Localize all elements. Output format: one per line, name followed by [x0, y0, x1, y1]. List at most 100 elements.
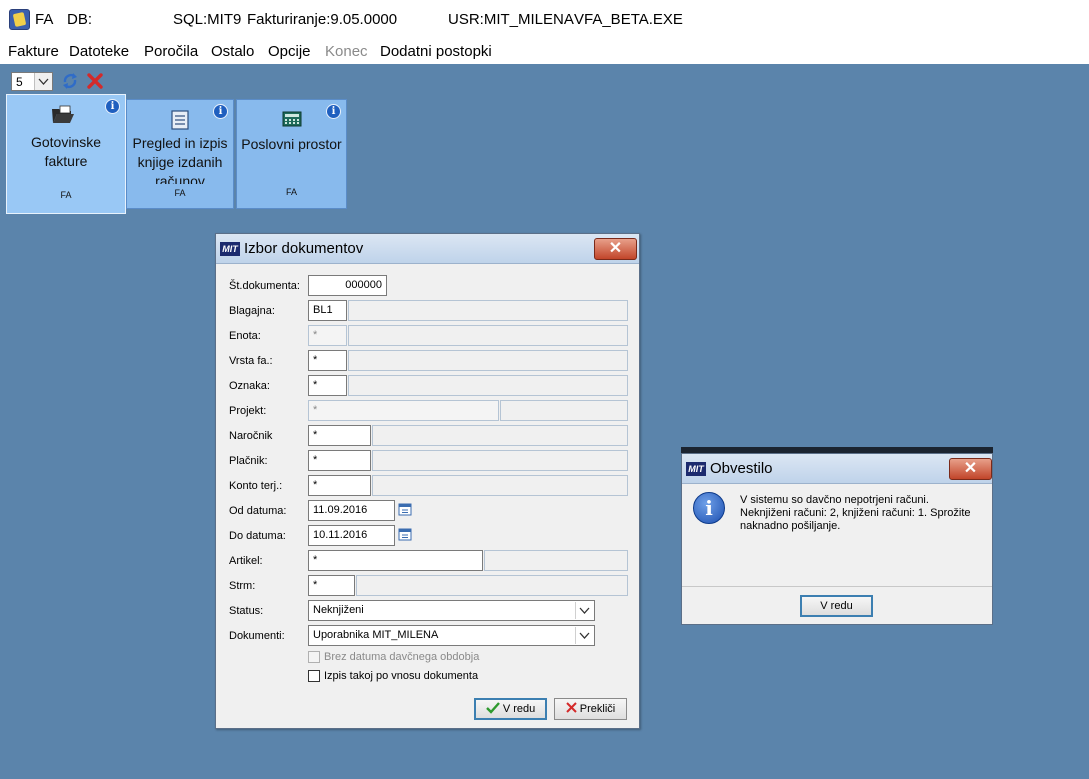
menu-datoteke[interactable]: Datoteke — [69, 43, 129, 60]
mit-logo: MIT — [686, 462, 706, 476]
menu-opcije[interactable]: Opcije — [268, 43, 311, 60]
information-icon: i — [693, 492, 725, 524]
page-size-select[interactable]: 5 — [11, 72, 53, 91]
tile-code: FA — [285, 187, 297, 197]
ok-button-label: V redu — [502, 703, 536, 715]
label-artikel: Artikel: — [229, 555, 263, 567]
blagajna-field[interactable]: BL1 — [308, 300, 347, 321]
vrsta-fa-name-field — [348, 350, 628, 371]
calendar-icon[interactable] — [398, 527, 412, 541]
cancel-button[interactable]: Prekliči — [554, 698, 627, 720]
konto-terj-name-field — [372, 475, 628, 496]
dokumenti-select[interactable]: Uporabnika MIT_MILENA — [308, 625, 595, 646]
label-strm: Strm: — [229, 580, 256, 592]
dialog-title: Obvestilo — [710, 460, 773, 477]
dialog-caption: MIT Izbor dokumentov ✕ — [216, 234, 639, 264]
do-datuma-field[interactable]: 10.11.2016 — [308, 525, 395, 546]
label-projekt: Projekt: — [229, 405, 267, 417]
izpis-takoj-checkbox[interactable] — [308, 670, 320, 682]
cancel-button-label: Prekliči — [579, 703, 616, 715]
label-status: Status: — [229, 605, 264, 617]
title-version: Fakturiranje:9.05.0000 — [247, 11, 398, 28]
tile-title: Pregled in izpis knjige izdanih računov — [132, 135, 228, 184]
label-narocnik: Naročnik — [229, 430, 273, 442]
tile-code: FA — [174, 188, 186, 198]
label-do-datuma: Do datuma: — [229, 530, 286, 542]
tile-code: FA — [60, 190, 72, 200]
od-datuma-field[interactable]: 11.09.2016 — [308, 500, 395, 521]
message-text: V sistemu so davčno nepotrjeni računi. N… — [740, 494, 971, 532]
izpis-takoj-label: Izpis takoj po vnosu dokumenta — [324, 670, 479, 682]
menu-bar: Fakture Datoteke Poročila Ostalo Opcije … — [0, 40, 1089, 64]
mit-logo: MIT — [220, 242, 240, 256]
refresh-icon[interactable] — [61, 72, 79, 90]
brez-datuma-checkbox — [308, 651, 320, 663]
tile-pregled-in-izpis[interactable]: i Pregled in izpis knjige izdanih računo… — [126, 99, 234, 209]
title-db: DB: — [67, 11, 93, 28]
title-sql: SQL:MIT9 — [173, 11, 242, 28]
message-footer: V redu — [682, 586, 992, 624]
konto-terj-field[interactable]: * — [308, 475, 371, 496]
label-enota: Enota: — [229, 330, 261, 342]
app-titlebar: FA DB: SQL:MIT9 Fakturiranje:9.05.0000 U… — [0, 0, 1089, 40]
title-app: FA — [35, 11, 54, 28]
strm-name-field — [356, 575, 628, 596]
label-oznaka: Oznaka: — [229, 380, 270, 392]
ok-button[interactable]: V redu — [800, 595, 873, 617]
app-logo-icon — [9, 9, 30, 30]
ok-button[interactable]: V redu — [474, 698, 547, 720]
narocnik-field[interactable]: * — [308, 425, 371, 446]
list-document-icon — [171, 110, 189, 135]
oznaka-field[interactable]: * — [308, 375, 347, 396]
oznaka-name-field — [348, 375, 628, 396]
label-vrsta-fa: Vrsta fa.: — [229, 355, 273, 367]
menu-dodatni-postopki[interactable]: Dodatni postopki — [380, 43, 492, 60]
artikel-name-field — [484, 550, 628, 571]
info-icon[interactable]: i — [213, 104, 228, 119]
st-dokumenta-field[interactable]: 000000 — [308, 275, 387, 296]
tile-gotovinske-fakture[interactable]: i Gotovinske fakture FA — [6, 94, 126, 214]
label-placnik: Plačnik: — [229, 455, 268, 467]
close-button[interactable]: ✕ — [594, 238, 637, 260]
chevron-down-icon — [34, 73, 52, 90]
checkmark-icon — [485, 702, 500, 714]
obvestilo-dialog: MIT Obvestilo ✕ i V sistemu so davčno ne… — [681, 453, 993, 625]
tile-title: Gotovinske fakture — [30, 134, 102, 169]
izbor-dokumentov-dialog: MIT Izbor dokumentov ✕ Št.dokumenta: 000… — [215, 233, 640, 729]
dialog-title: Izbor dokumentov — [244, 240, 364, 257]
placnik-field[interactable]: * — [308, 450, 371, 471]
status-select[interactable]: Neknjiženi — [308, 600, 595, 621]
info-icon[interactable]: i — [326, 104, 341, 119]
enota-name-field — [348, 325, 628, 346]
tile-title: Poslovni prostor — [241, 136, 342, 152]
menu-fakture[interactable]: Fakture — [8, 43, 59, 60]
title-user: USR:MIT_MILENA — [448, 11, 574, 28]
menu-konec: Konec — [325, 43, 368, 60]
close-button[interactable]: ✕ — [949, 458, 992, 480]
tile-poslovni-prostor[interactable]: i Poslovni prostor FA — [236, 99, 347, 209]
open-folder-icon — [51, 105, 75, 130]
cancel-x-icon — [566, 702, 577, 713]
placnik-name-field — [372, 450, 628, 471]
artikel-field[interactable]: * — [308, 550, 483, 571]
calendar-icon[interactable] — [398, 502, 412, 516]
menu-ostalo[interactable]: Ostalo — [211, 43, 254, 60]
strm-field[interactable]: * — [308, 575, 355, 596]
info-icon[interactable]: i — [105, 99, 120, 114]
vrsta-fa-field[interactable]: * — [308, 350, 347, 371]
close-x-icon[interactable] — [86, 72, 104, 90]
menu-porocila[interactable]: Poročila — [144, 43, 198, 60]
label-dokumenti: Dokumenti: — [229, 630, 285, 642]
narocnik-name-field — [372, 425, 628, 446]
chevron-down-icon — [575, 627, 593, 644]
label-blagajna: Blagajna: — [229, 305, 275, 317]
brez-datuma-label: Brez datuma davčnega obdobja — [324, 651, 480, 663]
dialog-caption: MIT Obvestilo ✕ — [682, 454, 992, 484]
dokumenti-value: Uporabnika MIT_MILENA — [313, 629, 439, 641]
label-konto-terj: Konto terj.: — [229, 480, 283, 492]
label-st-dokumenta: Št.dokumenta: — [229, 280, 300, 292]
chevron-down-icon — [575, 602, 593, 619]
enota-field: * — [308, 325, 347, 346]
blagajna-name-field — [348, 300, 628, 321]
calculator-icon — [282, 111, 302, 132]
